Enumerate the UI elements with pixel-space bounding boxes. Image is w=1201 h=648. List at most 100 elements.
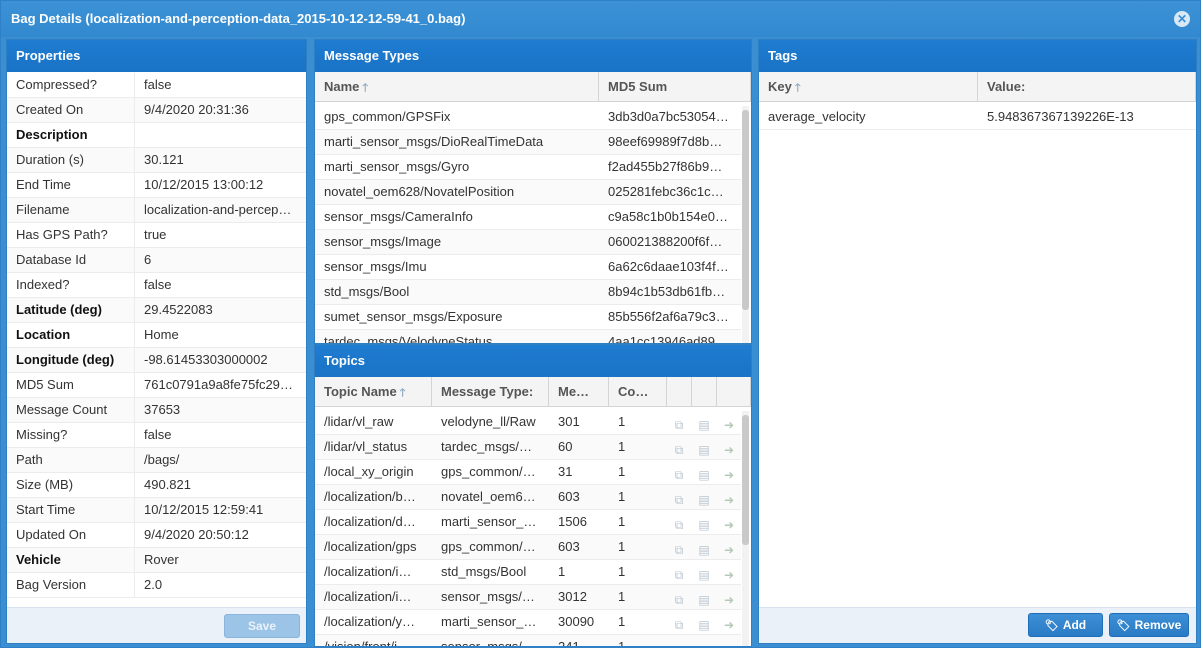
column-header-connections[interactable]: Co… [609, 377, 667, 406]
property-row[interactable]: Longitude (deg) -98.61453303000002 [7, 348, 306, 373]
property-row[interactable]: Compressed? false [7, 73, 306, 98]
export-icon[interactable]: ➜ [720, 613, 738, 632]
export-icon[interactable]: ➜ [720, 413, 738, 432]
topics-scroll-thumb[interactable] [742, 415, 749, 545]
export-icon[interactable]: ➜ [720, 538, 738, 557]
view-icon[interactable]: ▤ [695, 438, 713, 457]
tags-grid: average_velocity 5.948367367139226E-13 [759, 105, 1196, 607]
message-type-row[interactable]: marti_sensor_msgs/DioRealTimeData 98eef69… [315, 130, 741, 155]
view-icon[interactable]: ▤ [695, 563, 713, 582]
message-type-md5: 4aa1cc13946ad89… [608, 334, 728, 343]
export-icon[interactable]: ➜ [720, 488, 738, 507]
message-type-row[interactable]: marti_sensor_msgs/Gyro f2ad455b27f86b9… [315, 155, 741, 180]
view-icon[interactable]: ▤ [695, 588, 713, 607]
property-row[interactable]: Path/bags/ [7, 448, 306, 473]
property-row[interactable]: Missing? false [7, 423, 306, 448]
copy-icon[interactable]: ⧉ [670, 413, 688, 432]
view-icon[interactable]: ▤ [695, 638, 713, 646]
message-types-scroll-thumb[interactable] [742, 110, 749, 310]
property-row[interactable]: Bag Version 2.0 [7, 573, 306, 598]
message-type-row[interactable]: novatel_oem628/NovatelPosition 025281febc… [315, 180, 741, 205]
export-icon[interactable]: ➜ [720, 513, 738, 532]
property-key: Created On [7, 98, 135, 122]
copy-icon[interactable]: ⧉ [670, 463, 688, 482]
message-type-name: sensor_msgs/CameraInfo [324, 209, 473, 224]
save-button[interactable]: Save [224, 614, 300, 638]
property-row[interactable]: MD5 Sum 761c0791a9a8fe75fc29… [7, 373, 306, 398]
property-row[interactable]: End Time 10/12/2015 13:00:12 [7, 173, 306, 198]
column-header-topic-name[interactable]: Topic Name 🡑 [315, 377, 432, 406]
copy-icon[interactable]: ⧉ [670, 588, 688, 607]
property-row[interactable]: Created On 9/4/2020 20:31:36 [7, 98, 306, 123]
property-row[interactable]: Size (MB) 490.821 [7, 473, 306, 498]
property-row[interactable]: Updated On 9/4/2020 20:50:12 [7, 523, 306, 548]
export-icon[interactable]: ➜ [720, 438, 738, 457]
topic-row[interactable]: /local_xy_origin gps_common/… 31 1 ⧉ ▤ ➜ [315, 460, 741, 485]
message-type-row[interactable]: sensor_msgs/CameraInfo c9a58c1b0b154e0… [315, 205, 741, 230]
property-row[interactable]: Start Time 10/12/2015 12:59:41 [7, 498, 306, 523]
tag-row[interactable]: average_velocity 5.948367367139226E-13 [759, 105, 1196, 130]
message-type-row[interactable]: sensor_msgs/Image 060021388200f6f… [315, 230, 741, 255]
tags-footer: 🏷 Add 🏷 Remove [759, 607, 1196, 643]
topic-connections: 1 [618, 539, 626, 554]
property-row[interactable]: Latitude (deg) 29.4522083 [7, 298, 306, 323]
column-header-value[interactable]: Value: [978, 72, 1196, 101]
property-row[interactable]: Vehicle Rover [7, 548, 306, 573]
topic-row[interactable]: /vision/front/i…sensor_msgs/…2411⧉ ▤ ➜ [315, 635, 741, 646]
topic-row[interactable]: /localization/y… marti_sensor_… 30090 1 ⧉ ▤ ➜ [315, 610, 741, 635]
topic-row[interactable]: /lidar/vl_status tardec_msgs/… 60 1 ⧉ ▤ ➜ [315, 435, 741, 460]
window-titlebar: Bag Details (localization-and-perception… [1, 1, 1200, 37]
topic-name: /lidar/vl_raw [324, 414, 394, 429]
view-icon[interactable]: ▤ [695, 413, 713, 432]
property-row[interactable]: Description [7, 123, 306, 148]
copy-icon[interactable]: ⧉ [670, 438, 688, 457]
message-type-row[interactable]: gps_common/GPSFix 3db3d0a7bc53054… [315, 105, 741, 130]
message-type-name: std_msgs/Bool [324, 284, 410, 299]
add-tag-button[interactable]: 🏷 Add [1028, 613, 1103, 637]
property-key: Latitude (deg) [7, 298, 135, 322]
export-icon[interactable]: ➜ [720, 588, 738, 607]
topic-row[interactable]: /localization/i… sensor_msgs/… 3012 1 ⧉ ▤ ➜ [315, 585, 741, 610]
view-icon[interactable]: ▤ [695, 613, 713, 632]
property-row[interactable]: Has GPS Path? true [7, 223, 306, 248]
message-type-row[interactable]: std_msgs/Bool 8b94c1b53db61fb… [315, 280, 741, 305]
copy-icon[interactable]: ⧉ [670, 638, 688, 646]
copy-icon[interactable]: ⧉ [670, 613, 688, 632]
export-icon[interactable]: ➜ [720, 563, 738, 582]
topic-row[interactable]: /localization/d… marti_sensor_… 1506 1 ⧉ ▤ ➜ [315, 510, 741, 535]
close-icon[interactable]: ✕ [1174, 11, 1190, 27]
property-row[interactable]: Indexed? false [7, 273, 306, 298]
property-row[interactable]: Database Id 6 [7, 248, 306, 273]
property-row[interactable]: Duration (s) 30.121 [7, 148, 306, 173]
topic-row[interactable]: /localization/b… novatel_oem6… 603 1 ⧉ ▤ ➜ [315, 485, 741, 510]
tag-remove-icon: 🏷 [1116, 620, 1131, 632]
property-row[interactable]: Message Count 37653 [7, 398, 306, 423]
column-header-action-1 [667, 377, 692, 406]
tags-header: Tags [759, 40, 1196, 72]
column-header-message-count[interactable]: Me… [549, 377, 609, 406]
property-row[interactable]: Location Home [7, 323, 306, 348]
topic-row[interactable]: /localization/gps gps_common/… 603 1 ⧉ ▤ ➜ [315, 535, 741, 560]
message-type-md5: 3db3d0a7bc53054… [608, 109, 729, 124]
column-header-message-type[interactable]: Message Type: [432, 377, 549, 406]
topic-row[interactable]: /lidar/vl_raw velodyne_ll/Raw 301 1 ⧉ ▤ ➜ [315, 410, 741, 435]
view-icon[interactable]: ▤ [695, 538, 713, 557]
view-icon[interactable]: ▤ [695, 488, 713, 507]
export-icon[interactable]: ➜ [720, 463, 738, 482]
copy-icon[interactable]: ⧉ [670, 488, 688, 507]
topic-row[interactable]: /localization/i… std_msgs/Bool 1 1 ⧉ ▤ ➜ [315, 560, 741, 585]
column-header-name[interactable]: Name 🡑 [315, 72, 599, 101]
column-header-md5[interactable]: MD5 Sum [599, 72, 751, 101]
copy-icon[interactable]: ⧉ [670, 538, 688, 557]
copy-icon[interactable]: ⧉ [670, 563, 688, 582]
message-type-row[interactable]: sumet_sensor_msgs/Exposure 85b556f2af6a79… [315, 305, 741, 330]
property-row[interactable]: Filename localization-and-percep… [7, 198, 306, 223]
message-type-row[interactable]: tardec_msgs/VelodyneStatus 4aa1cc13946ad8… [315, 330, 741, 343]
column-header-key[interactable]: Key 🡑 [759, 72, 978, 101]
remove-tag-button[interactable]: 🏷 Remove [1109, 613, 1189, 637]
copy-icon[interactable]: ⧉ [670, 513, 688, 532]
export-icon[interactable]: ➜ [720, 638, 738, 646]
view-icon[interactable]: ▤ [695, 463, 713, 482]
view-icon[interactable]: ▤ [695, 513, 713, 532]
message-type-row[interactable]: sensor_msgs/Imu 6a62c6daae103f4f… [315, 255, 741, 280]
